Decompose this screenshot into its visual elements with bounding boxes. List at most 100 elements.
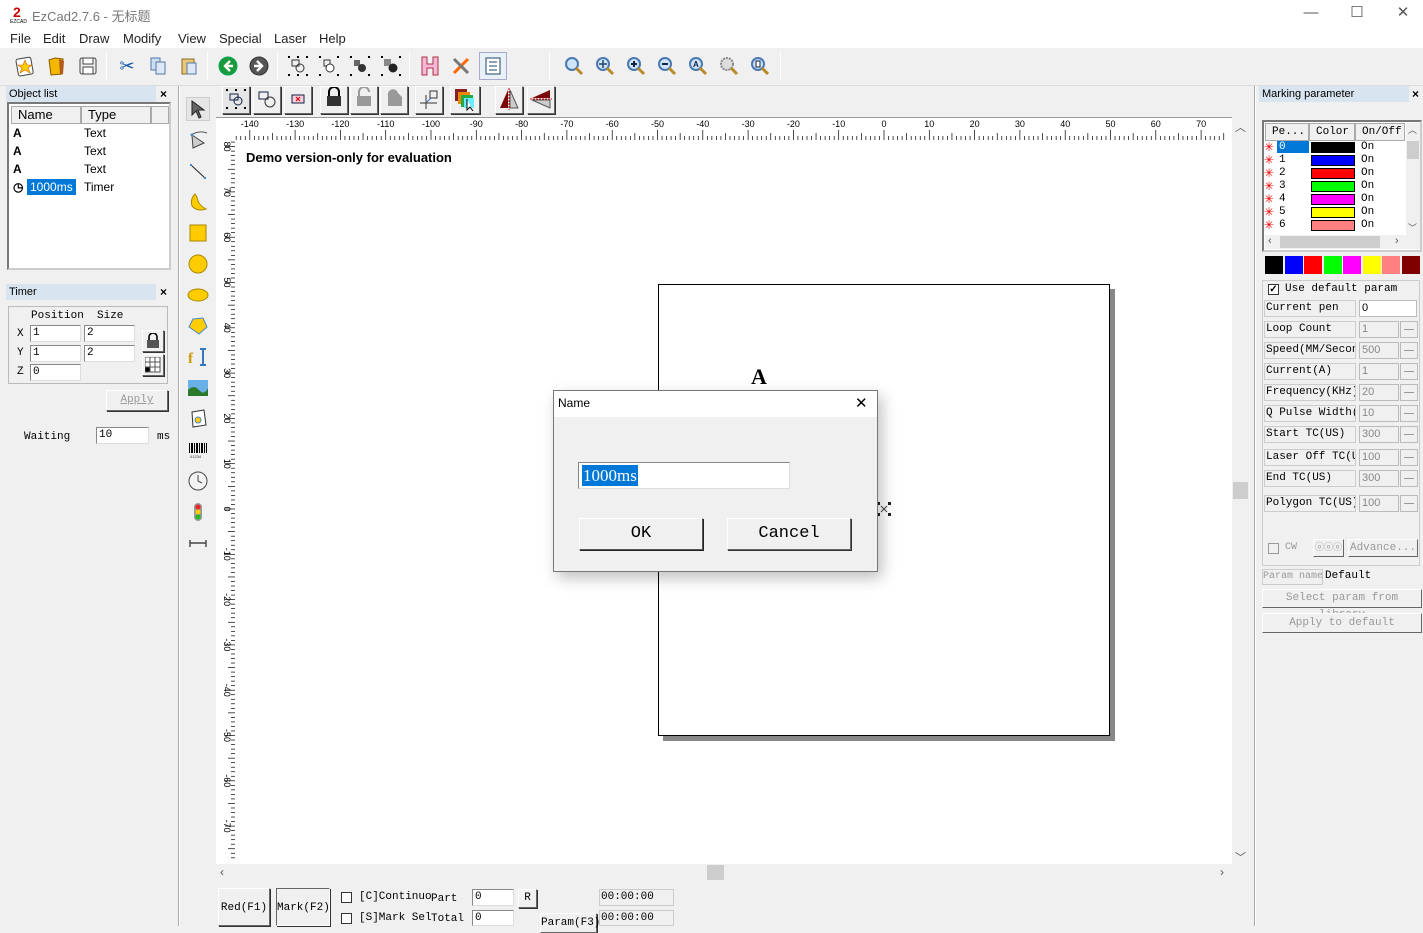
col-name-header[interactable]: Name	[11, 106, 81, 124]
right-panel-splitter[interactable]	[1254, 86, 1256, 926]
center-select-button[interactable]	[284, 86, 312, 114]
palette-color[interactable]	[1362, 256, 1381, 274]
param-spinner[interactable]	[1400, 470, 1418, 487]
scroll-right-icon[interactable]: ›	[1220, 865, 1224, 879]
size-x-input[interactable]: 2	[84, 325, 135, 342]
waiting-input[interactable]: 10	[96, 427, 149, 444]
polygon-tool-icon[interactable]	[186, 314, 210, 338]
selection-handle-icon[interactable]	[877, 502, 891, 516]
vertical-scrollbar[interactable]: ︿ ﹀	[1232, 117, 1249, 864]
param-value-input[interactable]: 20	[1359, 384, 1399, 401]
forward-icon[interactable]	[245, 52, 273, 80]
text-tool-icon[interactable]: f	[186, 345, 210, 369]
image-tool-icon[interactable]	[186, 376, 210, 400]
menu-modify[interactable]: Modify	[123, 31, 161, 46]
wobble-button[interactable]: ⓞⓞⓞ	[1313, 539, 1344, 557]
object-name[interactable]	[27, 161, 33, 163]
pen-color-swatch[interactable]	[1311, 142, 1355, 153]
pen-row[interactable]: ✳ 2 On	[1264, 166, 1404, 180]
pen-scroll-down-icon[interactable]: ﹀	[1408, 221, 1417, 234]
unlock-all-button[interactable]	[380, 86, 408, 114]
pen-state[interactable]: On	[1361, 193, 1374, 205]
copy-icon[interactable]	[144, 52, 172, 80]
mark-button[interactable]: Mark(F2)	[276, 888, 330, 926]
param-value-input[interactable]: 300	[1359, 426, 1399, 443]
circle-tool-icon[interactable]	[186, 252, 210, 276]
pen-scroll-up-icon[interactable]: ︿	[1408, 123, 1417, 136]
dialog-close-button[interactable]: ✕	[855, 394, 868, 412]
part-count-input[interactable]: 0	[472, 889, 514, 906]
text-object-a[interactable]: A	[751, 364, 767, 390]
select-mode-button[interactable]	[222, 86, 250, 114]
pen-col-header[interactable]: Pe...	[1265, 123, 1309, 141]
lock-ratio-button[interactable]	[142, 330, 164, 352]
back-icon[interactable]	[214, 52, 242, 80]
scroll-down-icon[interactable]: ﹀	[1235, 849, 1246, 865]
menu-laser[interactable]: Laser	[274, 31, 307, 46]
pen-state[interactable]: On	[1361, 219, 1374, 231]
param-spinner[interactable]	[1400, 449, 1418, 466]
pen-state[interactable]: On	[1361, 206, 1374, 218]
origin-button[interactable]	[415, 86, 443, 114]
object-list-close-button[interactable]: ×	[160, 87, 167, 101]
param-spinner[interactable]	[1400, 384, 1418, 401]
hatch-icon[interactable]	[416, 52, 444, 80]
pen-row[interactable]: ✳ 0 On	[1264, 140, 1404, 154]
col-type-header[interactable]: Type	[81, 106, 151, 124]
ok-button[interactable]: OK	[579, 518, 703, 550]
palette-color[interactable]	[1401, 256, 1420, 274]
ellipse-tool-icon[interactable]	[186, 283, 210, 307]
object-type[interactable]: Timer	[84, 180, 114, 194]
zoom-in-icon[interactable]	[622, 52, 650, 80]
object-name[interactable]	[27, 143, 33, 145]
select-group-icon[interactable]	[346, 52, 374, 80]
pen-state[interactable]: On	[1361, 167, 1374, 179]
timer-tool-icon[interactable]	[186, 469, 210, 493]
pen-list-hscroll[interactable]: ‹ ›	[1265, 235, 1420, 249]
pen-row[interactable]: ✳ 5 On	[1264, 205, 1404, 219]
horizontal-scrollbar[interactable]: ‹ ›	[216, 864, 1232, 881]
select-node-icon[interactable]	[315, 52, 343, 80]
position-z-input[interactable]: 0	[30, 364, 81, 381]
param-value-input[interactable]: 1	[1359, 363, 1399, 380]
pen-row[interactable]: ✳ 3 On	[1264, 179, 1404, 193]
select-combine-icon[interactable]	[377, 52, 405, 80]
pen-row[interactable]: ✳ 4 On	[1264, 192, 1404, 206]
param-value-input[interactable]: 0	[1359, 300, 1417, 317]
menu-special[interactable]: Special	[219, 31, 262, 46]
select-shape-icon[interactable]	[284, 52, 312, 80]
param-spinner[interactable]	[1400, 321, 1418, 338]
mark-selected-checkbox[interactable]	[341, 913, 352, 924]
palette-color[interactable]	[1265, 256, 1283, 274]
param-value-input[interactable]: 500	[1359, 342, 1399, 359]
object-type[interactable]: Text	[84, 126, 106, 140]
pen-scroll-thumb[interactable]	[1407, 141, 1419, 159]
param-value-input[interactable]: 100	[1359, 449, 1399, 466]
pen-color-swatch[interactable]	[1311, 220, 1355, 231]
anchor-grid-button[interactable]	[142, 354, 164, 376]
close-window-button[interactable]: ✕	[1380, 0, 1423, 28]
menu-draw[interactable]: Draw	[79, 31, 109, 46]
panel-splitter[interactable]	[178, 86, 180, 926]
new-file-icon[interactable]	[11, 52, 39, 80]
zoom-all-icon[interactable]	[715, 52, 743, 80]
object-list-toggle-icon[interactable]	[479, 52, 507, 80]
object-name[interactable]	[27, 125, 33, 127]
param-spinner[interactable]	[1400, 495, 1418, 512]
param-value-input[interactable]: 300	[1359, 470, 1399, 487]
param-spinner[interactable]	[1400, 405, 1418, 422]
param-value-input[interactable]: 1	[1359, 321, 1399, 338]
zoom-out-icon[interactable]	[653, 52, 681, 80]
pen-color-swatch[interactable]	[1311, 155, 1355, 166]
menu-view[interactable]: View	[178, 31, 206, 46]
color-order-button[interactable]	[450, 86, 480, 114]
cancel-button[interactable]: Cancel	[727, 518, 851, 550]
maximize-button[interactable]: ☐	[1334, 0, 1380, 28]
zoom-auto-icon[interactable]: A	[684, 52, 712, 80]
object-name[interactable]: 1000ms	[27, 179, 76, 195]
io-port-tool-icon[interactable]	[186, 500, 210, 524]
pen-scroll-right-icon[interactable]: ›	[1395, 235, 1399, 247]
color-col-header[interactable]: Color	[1309, 123, 1355, 141]
palette-color[interactable]	[1284, 256, 1303, 274]
zoom-icon[interactable]	[560, 52, 588, 80]
